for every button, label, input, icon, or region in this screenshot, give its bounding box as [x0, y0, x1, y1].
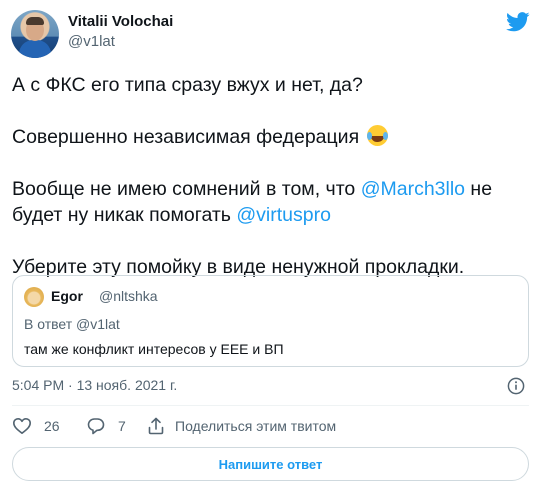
- share-icon: [148, 417, 164, 435]
- tweet-card: Vitalii Volochai @v1lat А с ФКС его типа…: [0, 0, 543, 490]
- tweet-line-2-text: Совершенно независимая федерация: [12, 126, 360, 148]
- divider: [12, 405, 529, 406]
- action-bar: 26 7 Поделиться этим твитом: [12, 416, 532, 438]
- mention-virtuspro[interactable]: @virtuspro: [236, 204, 331, 226]
- tweet-line-3-part1: Вообще не имею сомнений в том, что: [12, 178, 361, 200]
- reply-count: 7: [118, 418, 126, 434]
- reply-count-button[interactable]: 7: [86, 416, 126, 436]
- tweet-line-2: Совершенно независимая федерация: [12, 124, 527, 150]
- quoted-tweet-text: там же конфликт интересов у ЕЕЕ и ВП: [24, 341, 284, 357]
- author-name[interactable]: Vitalii Volochai: [68, 13, 173, 30]
- quoted-reply-to: В ответ @v1lat: [24, 316, 120, 332]
- quoted-tweet[interactable]: Egor @nltshka В ответ @v1lat там же конф…: [12, 275, 529, 367]
- like-button[interactable]: 26: [12, 416, 60, 436]
- tweet-line-3: Вообще не имею сомнений в том, что @Marc…: [12, 176, 527, 228]
- share-label: Поделиться этим твитом: [175, 418, 337, 434]
- tweet-timestamp[interactable]: 5:04 PM · 13 нояб. 2021 г.: [12, 377, 177, 393]
- tweet-text: А с ФКС его типа сразу вжух и нет, да? С…: [12, 72, 527, 306]
- share-button[interactable]: Поделиться этим твитом: [146, 416, 336, 436]
- quoted-author-name: Egor: [51, 288, 83, 304]
- heart-icon: [13, 418, 31, 434]
- author-handle[interactable]: @v1lat: [68, 33, 115, 50]
- author-avatar[interactable]: [11, 10, 59, 58]
- twitter-bird-icon[interactable]: [506, 12, 530, 32]
- like-count: 26: [44, 418, 60, 434]
- info-icon[interactable]: [507, 377, 525, 395]
- quoted-author-avatar: [24, 287, 44, 307]
- write-reply-button[interactable]: Напишите ответ: [12, 447, 529, 481]
- quoted-author-handle: @nltshka: [99, 288, 158, 304]
- reply-bubble-icon: [87, 418, 105, 435]
- face-with-tears-of-joy-icon: [366, 125, 388, 146]
- tweet-line-1: А с ФКС его типа сразу вжух и нет, да?: [12, 74, 363, 96]
- mention-march3llo[interactable]: @March3llo: [361, 178, 465, 200]
